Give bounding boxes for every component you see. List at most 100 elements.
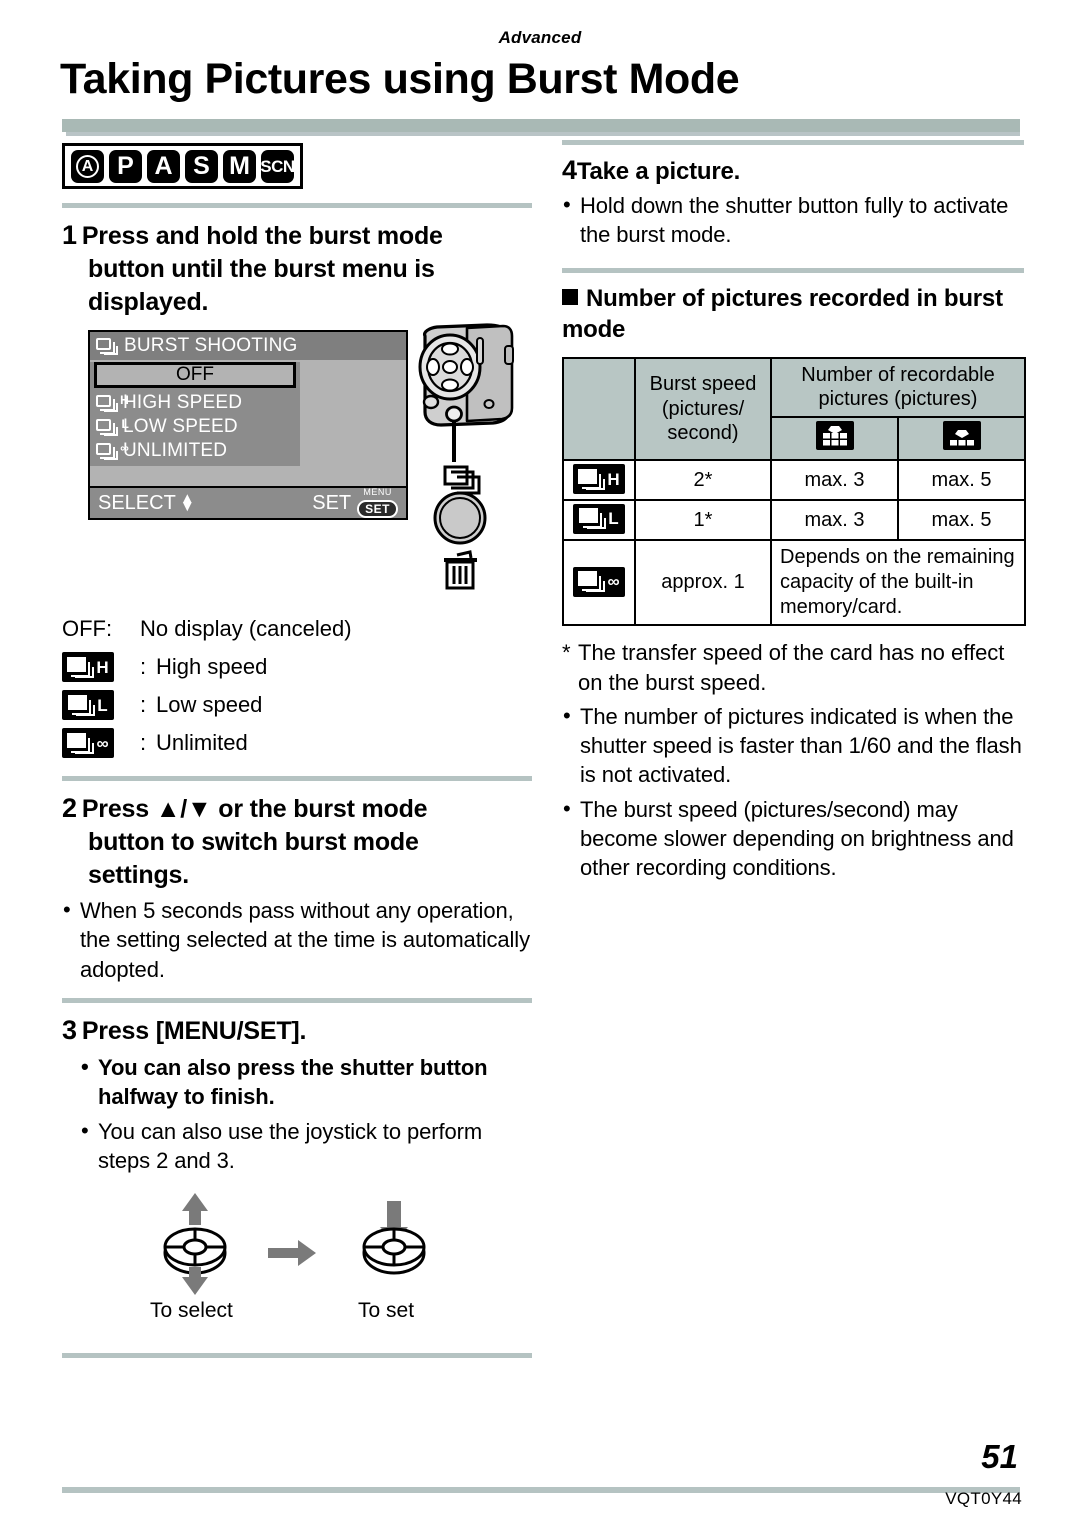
legend-colon-unlimited: : [140,730,147,756]
step-1-heading: 1 Press and hold the burst mode button un… [62,218,532,318]
recordable-line2: pictures (pictures) [818,388,978,411]
step-2-line3: settings. [88,860,189,889]
table-cell-speed-low: 1* [634,498,772,541]
table-row: L 1* max. 3 max. 5 [562,498,1026,541]
legend-key-unlimited: ∞ [62,728,140,759]
lcd-menu-item-low-speed[interactable]: L LOW SPEED [90,415,300,439]
step-4-number: 4 [562,155,577,185]
burst-low-table-mark: L [608,509,619,529]
legend-value-low-speed: Low speed [156,692,263,718]
burst-unlimited-mark: ∞ [120,440,129,455]
legend-colon-high: : [140,654,147,680]
running-head: Advanced [498,28,582,47]
legend-row-low-speed: L : Low speed [62,686,532,724]
lcd-menu-item-unlimited[interactable]: ∞ UNLIMITED [90,439,300,463]
step-2-note: When 5 seconds pass without any operatio… [62,895,532,984]
step-3-text: Press [MENU/SET]. [81,1016,307,1045]
table-cell-mode-unlimited: ∞ [562,538,636,627]
square-bullet-icon [562,288,578,305]
title-rule [62,119,1020,136]
lcd-title-bar: BURST SHOOTING [90,332,406,361]
step-4-note: Hold down the shutter button fully to ac… [562,190,1024,250]
right-note-2: The burst speed (pictures/second) may be… [562,794,1024,883]
step-4-heading: 4Take a picture. [562,155,1024,186]
camera-back-illustration [418,323,514,590]
table-cell-speed-high: 2* [634,459,772,501]
legend-key-high-speed: H [62,652,140,683]
page-number: 51 [981,1438,1018,1475]
burst-low-table-icon: L [573,503,625,534]
burst-speed-line2: (pictures/ [661,397,745,420]
step-1-line1: Press and hold the burst mode [81,222,443,250]
footer-rule [62,1487,1020,1493]
table-cell-mode-low: L [562,498,636,541]
joystick-to-set-label: To set [358,1299,415,1323]
mode-badge-aperture-priority: A [147,150,180,183]
mode-badge-scene: SCN [260,150,295,183]
divider-bottom-left [62,1353,532,1359]
menu-small-label: MENU [363,487,392,498]
burst-unlimited-table-icon: ∞ [573,566,625,597]
table-header-fine-quality [770,415,899,462]
burst-low-boxed-icon: L [62,690,114,721]
step-3-note-plain: You can also use the joystick to perform… [62,1116,532,1176]
menu-set-button-icon: MENU SET [357,487,398,519]
legend-value-off: No display (canceled) [140,616,352,642]
lcd-menu-item-off[interactable]: OFF [94,362,296,389]
legend-row-unlimited: ∞ : Unlimited [62,724,532,762]
divider-above-step2 [62,776,532,782]
set-button-label: SET [357,500,398,519]
table-row: H 2* max. 3 max. 5 [562,459,1026,501]
burst-low-icon: L [96,417,129,436]
step-2-line2: button to switch burst mode [88,828,419,857]
standard-quality-icon [942,420,981,450]
divider-above-step1 [62,203,532,208]
lcd-menu-item-low-speed-label: LOW SPEED [123,416,238,438]
burst-unlimited-table-mark: ∞ [607,572,620,592]
step-3-note-bold: You can also press the shutter button ha… [62,1052,532,1112]
mode-badge-shutter-priority: S [185,150,218,183]
divider-above-step4 [562,140,1024,145]
mode-badge-intelligent-auto: A [71,150,104,183]
lcd-menu-item-unlimited-label: UNLIMITED [123,440,228,462]
lcd-set-hint: SET MENU SET [312,487,398,519]
burst-mode-legend: OFF: No display (canceled) H : High spee… [62,610,532,762]
burst-high-boxed-icon: H [62,652,114,683]
burst-high-icon: H [96,393,129,412]
lcd-select-hint: SELECT ▲ ▼ [98,490,195,516]
burst-high-mark: H [120,392,129,407]
mode-badge-manual: M [223,150,256,183]
burst-speed-line3: second) [667,422,739,445]
burst-speed-line1: Burst speed [649,373,757,396]
burst-low-mark: L [121,416,129,431]
legend-row-high-speed: H : High speed [62,648,532,686]
table-header-recordable-pictures: Number of recordable pictures (pictures) [770,356,1026,418]
table-cell-mode-high: H [562,459,636,501]
step-3-number: 3 [62,1014,77,1045]
lcd-illustration-group: BURST SHOOTING OFF H HIGH SPEED L LOW SP… [62,323,532,600]
recordable-line1: Number of recordable [801,363,995,386]
table-row: ∞ approx. 1 Depends on the remaining cap… [562,538,1026,627]
up-down-arrows-icon: ▲ ▼ [179,490,195,516]
step-2-number: 2 [62,793,77,824]
burst-low-boxed-mark: L [97,695,108,715]
table-cell-fine-low: max. 3 [770,498,899,541]
left-column: A P A S M SCN 1 Press and hold the burst … [62,143,532,1368]
mode-badge-program: P [109,150,142,183]
table-header-standard-quality [897,415,1026,462]
lcd-footer-bar: SELECT ▲ ▼ SET MENU SET [90,486,406,519]
lcd-menu-item-high-speed[interactable]: H HIGH SPEED [90,391,300,415]
document-code: VQT0Y44 [945,1489,1022,1508]
step-2-line1: Press ▲/▼ or the burst mode [81,795,428,824]
divider-above-section [562,267,1024,273]
burst-high-table-mark: H [607,469,620,489]
burst-unlimited-boxed-icon: ∞ [62,728,114,759]
right-column: 4Take a picture. Hold down the shutter b… [562,140,1026,883]
lcd-menu-item-high-speed-label: HIGH SPEED [123,392,243,414]
legend-row-off: OFF: No display (canceled) [62,610,532,648]
burst-high-table-icon: H [573,464,625,495]
table-cell-unlimited-note: Depends on the remaining capacity of the… [770,538,1026,627]
step-1-line2: button until the burst menu is [88,255,435,284]
step-1-number: 1 [62,220,77,250]
table-cell-speed-unlimited: approx. 1 [634,538,772,627]
